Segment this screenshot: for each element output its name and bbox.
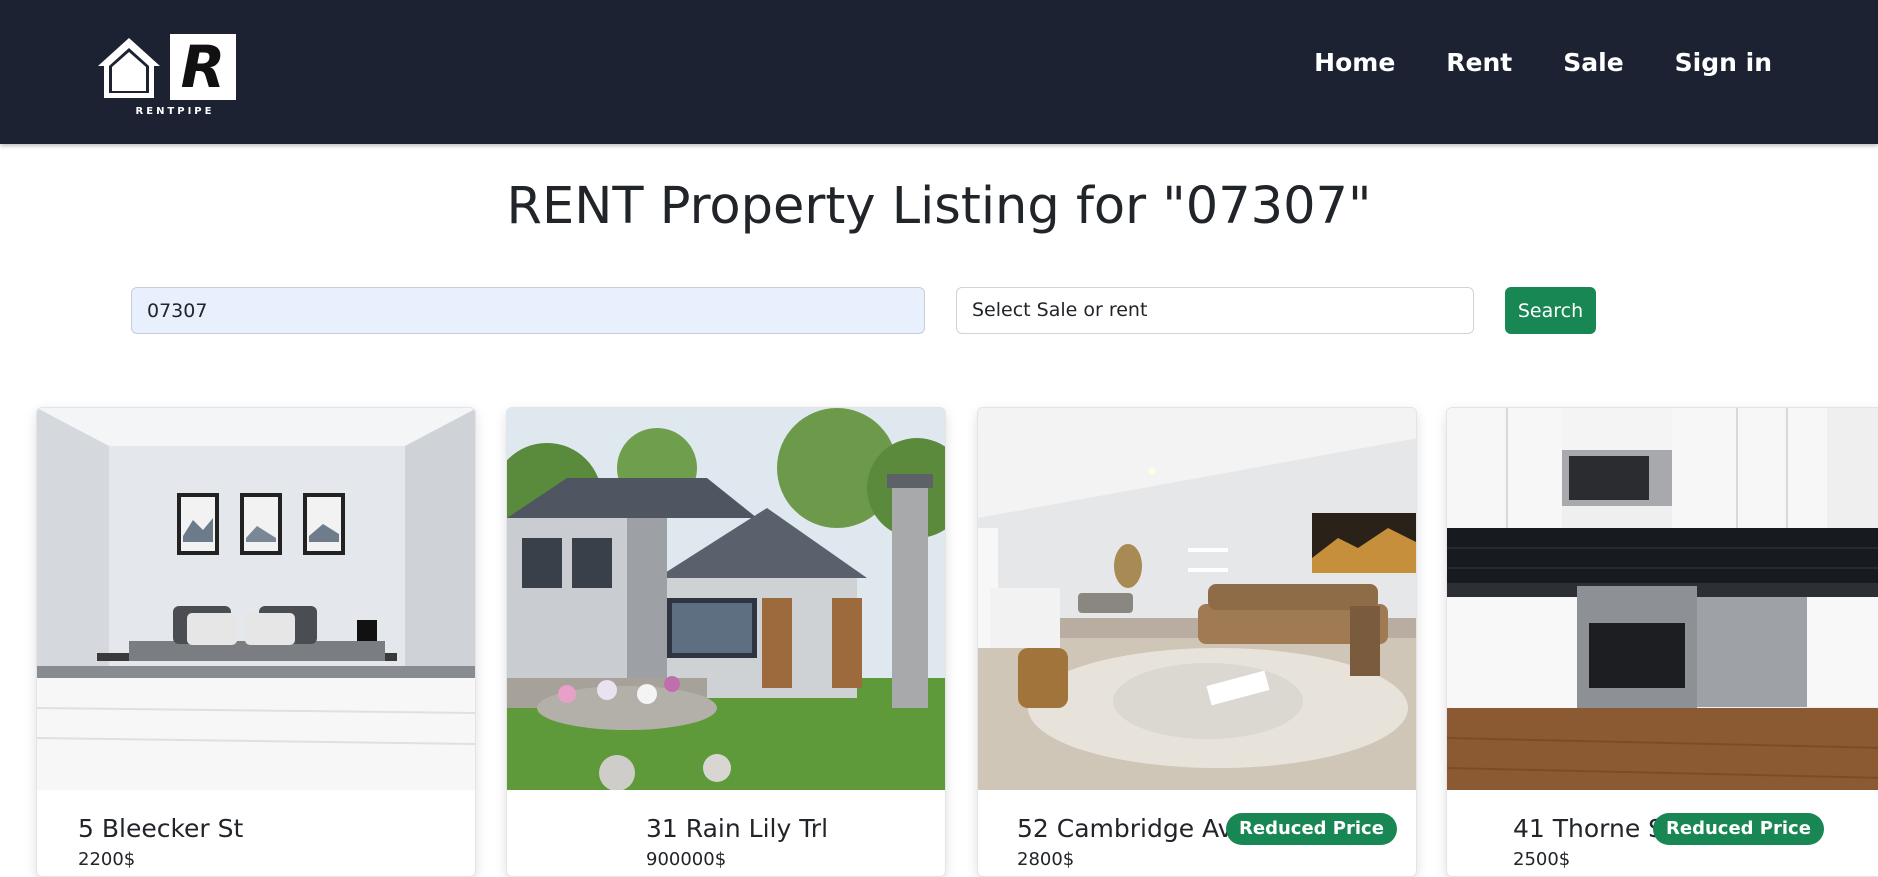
logo-letter: R [170,34,236,100]
listing-photo[interactable] [978,408,1416,790]
listing-card[interactable]: 5 Bleecker St 2200$ [36,407,476,877]
listing-card[interactable]: 41 Thorne St Reduced Price 2500$ [1446,407,1878,877]
listing-card[interactable]: 31 Rain Lily Trl 900000$ [506,407,946,877]
listing-address[interactable]: 41 Thorne St [1513,812,1674,846]
listing-photo[interactable] [37,408,475,790]
listing-card[interactable]: 52 Cambridge Ave Reduced Price 2800$ [977,407,1417,877]
search-button[interactable]: Search [1505,287,1596,334]
listing-price: 2800$ [1017,849,1075,870]
listing-address[interactable]: 31 Rain Lily Trl [646,812,828,846]
listing-price: 2500$ [1513,849,1571,870]
search-input[interactable] [131,287,925,334]
listing-price: 900000$ [646,849,727,870]
nav-links: Home Rent Sale Sign in [1314,44,1772,82]
reduced-price-badge: Reduced Price [1653,813,1824,845]
listing-address[interactable]: 52 Cambridge Ave [1017,812,1248,846]
sale-rent-select[interactable]: Select Sale or rent [956,287,1474,334]
nav-rent-link[interactable]: Rent [1446,44,1512,82]
logo-text: RENTPIPE [135,106,215,117]
listing-price: 2200$ [78,849,136,870]
nav-home-link[interactable]: Home [1314,44,1395,82]
rentpipe-logo[interactable]: R RENTPIPE [96,34,240,120]
listing-photo[interactable] [507,408,945,790]
nav-signin-link[interactable]: Sign in [1675,44,1772,82]
listing-photo[interactable] [1447,408,1878,790]
page-title: RENT Property Listing for "07307" [506,177,1372,236]
nav-sale-link[interactable]: Sale [1563,44,1623,82]
reduced-price-badge: Reduced Price [1226,813,1397,845]
navbar: R RENTPIPE Home Rent Sale Sign in [0,0,1878,144]
house-icon [98,38,160,98]
listing-address[interactable]: 5 Bleecker St [78,812,243,846]
